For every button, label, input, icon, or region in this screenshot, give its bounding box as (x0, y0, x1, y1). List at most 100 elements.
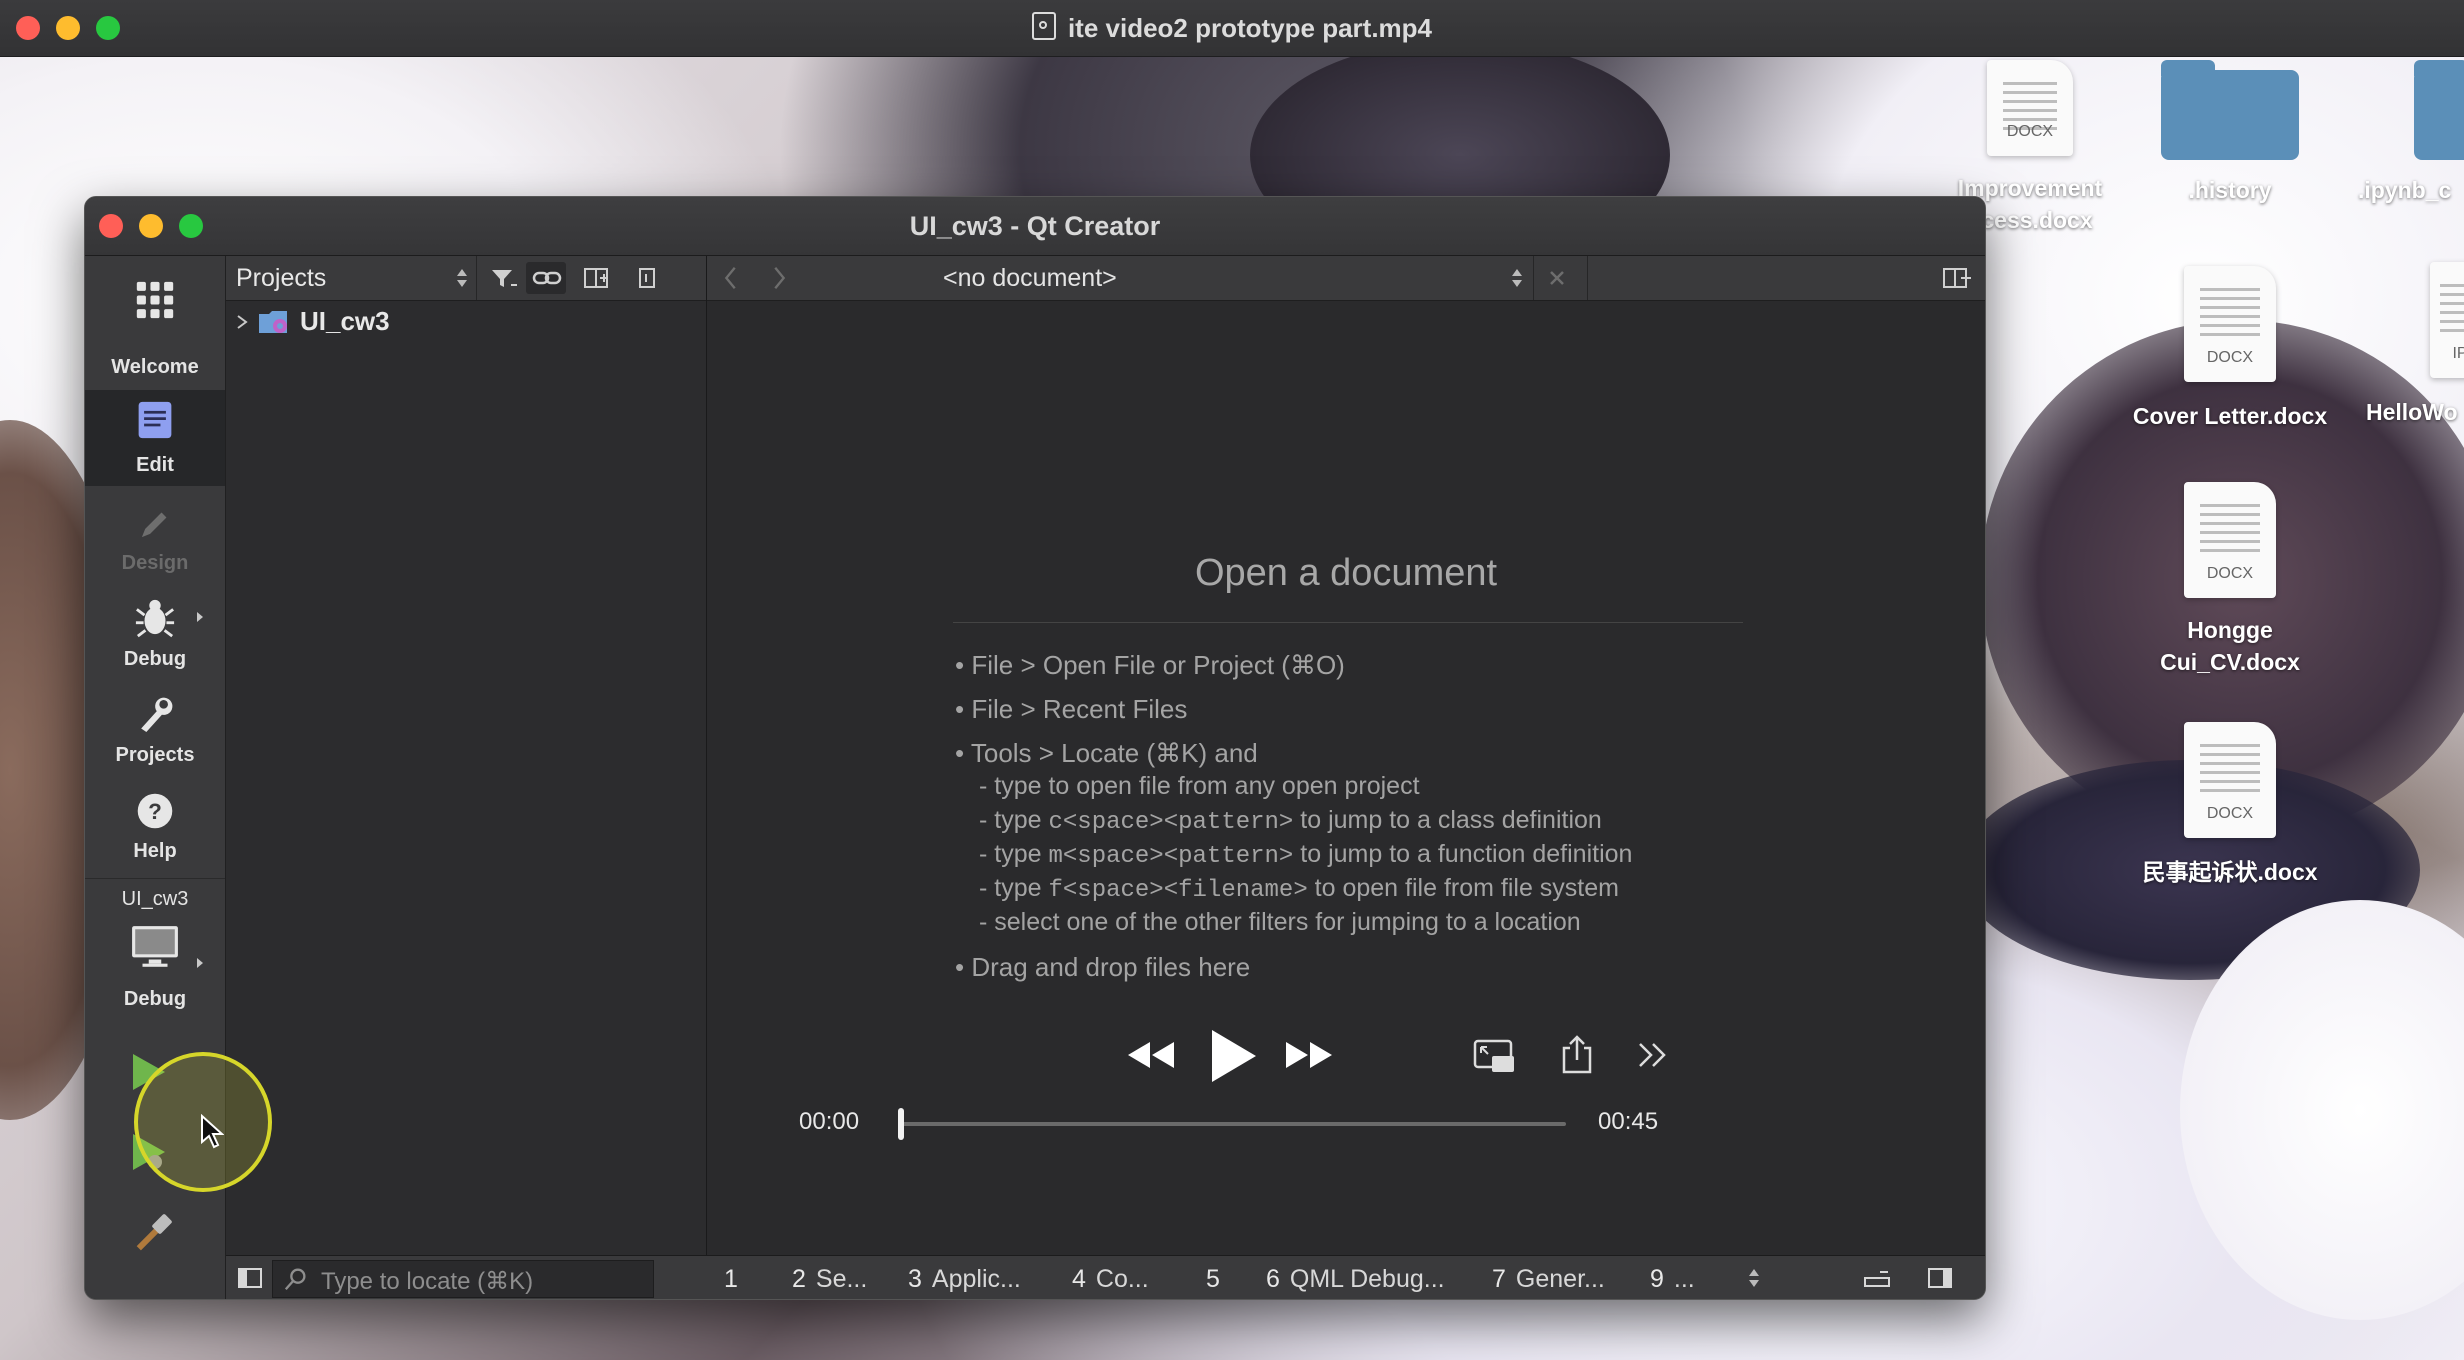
folder-icon (2414, 60, 2464, 160)
desktop-icon-hellowo[interactable]: IP HelloWo (2360, 262, 2464, 428)
duration: 00:45 (1598, 1108, 1659, 1135)
search-icon (284, 1268, 306, 1290)
hint-item: • Tools > Locate (⌘K) and (955, 738, 1258, 768)
filter-icon[interactable] (484, 262, 522, 294)
kit-selector[interactable]: UI_cw3 Debug (85, 882, 225, 1022)
divider (953, 622, 1743, 623)
play-icon[interactable] (1208, 1028, 1258, 1084)
split-pane-icon[interactable] (578, 262, 616, 294)
projects-pane-header: Projects (226, 256, 706, 301)
hint-item: • File > Recent Files (955, 694, 1188, 724)
docx-file-icon: DOCX (1987, 60, 2073, 156)
updown-chevron-icon (456, 267, 468, 289)
desktop-icon-label: .ipynb_c (2358, 177, 2452, 203)
link-with-editor-icon[interactable] (528, 262, 566, 294)
desktop-icon-hongge-cv[interactable]: DOCX Hongge Cui_CV.docx (2120, 482, 2340, 678)
fast-forward-icon[interactable] (1284, 1040, 1334, 1070)
video-controls: 00:00 00:45 (770, 1000, 1690, 1170)
grid-icon (136, 281, 174, 319)
rewind-icon[interactable] (1126, 1040, 1176, 1070)
kit-project-label: UI_cw3 (121, 888, 189, 910)
progress-details-icon[interactable] (1862, 1266, 1892, 1290)
output-pane-button-4[interactable]: 4 Co... (1072, 1265, 1149, 1294)
locator-placeholder: Type to locate (⌘K) (321, 1268, 534, 1295)
qt-titlebar: UI_cw3 - Qt Creator (85, 197, 1985, 256)
output-pane-button-3[interactable]: 3 Applic... (908, 1265, 1021, 1294)
kit-config-label: Debug (123, 988, 187, 1010)
more-chevrons-icon[interactable] (1636, 1040, 1670, 1070)
video-player-titlebar: ite video2 prototype part.mp4 (0, 0, 2464, 57)
picture-in-picture-icon[interactable] (1472, 1038, 1518, 1076)
pencil-icon (141, 512, 167, 538)
toggle-left-sidebar-icon[interactable] (236, 1266, 264, 1290)
output-pane-button-2[interactable]: 2 Se... (792, 1265, 867, 1294)
share-icon[interactable] (1560, 1034, 1594, 1076)
document-icon (138, 401, 172, 439)
hint-subitem: - select one of the other filters for ju… (979, 908, 1581, 936)
wrench-icon (141, 697, 173, 732)
hint-item: • File > Open File or Project (⌘O) (955, 650, 1345, 680)
mode-label: Design (121, 552, 189, 574)
docx-file-icon: DOCX (2184, 722, 2276, 838)
mode-debug[interactable]: Debug (85, 584, 225, 680)
output-pane-button-1[interactable]: 1 (724, 1265, 748, 1294)
forward-arrow-icon[interactable] (769, 264, 789, 292)
help-icon: ? (137, 793, 173, 829)
pdf-file-icon: IP (2430, 262, 2464, 378)
bug-icon (135, 599, 175, 638)
project-tree-item[interactable]: UI_cw3 (226, 306, 706, 342)
desktop-icon-ipynb[interactable]: .ipynb_c (2350, 60, 2464, 206)
docx-file-icon: DOCX (2184, 482, 2276, 598)
desktop-icon-label: Hongge (2187, 617, 2273, 643)
docx-file-icon: DOCX (2184, 266, 2276, 382)
mode-label: Edit (136, 454, 174, 476)
close-sidebar-icon[interactable] (628, 262, 666, 294)
mode-label: Help (133, 840, 177, 862)
desktop-icon-label: .history (2188, 177, 2272, 203)
projects-pane: Projects UI_cw3 (226, 256, 707, 1256)
window-title-text: ite video2 prototype part.mp4 (1067, 13, 1433, 43)
desktop-icon-label: HelloWo (2366, 399, 2458, 425)
more-panes-chevron-icon[interactable] (1748, 1267, 1760, 1289)
desktop-icon-label: Cui_CV.docx (2160, 649, 2300, 675)
project-folder-icon (259, 311, 287, 333)
desktop-icon-label: 民事起诉状.docx (2142, 859, 2318, 885)
svg-text:?: ? (148, 799, 162, 824)
hint-item: • Drag and drop files here (955, 952, 1251, 982)
hint-subitem: - type m<space><pattern> to jump to a fu… (979, 840, 1633, 870)
mode-welcome[interactable]: Welcome (85, 256, 225, 378)
open-document-title: Open a document (1194, 552, 1498, 594)
hint-subitem: - type to open file from any open projec… (979, 772, 1420, 800)
locator-input[interactable]: Type to locate (⌘K) (272, 1260, 654, 1298)
project-tree-label: UI_cw3 (300, 306, 390, 336)
caret-right-icon (197, 958, 203, 968)
hint-subitem: - type f<space><filename> to open file f… (979, 874, 1619, 904)
close-document-icon[interactable] (1547, 268, 1567, 288)
toggle-right-sidebar-icon[interactable] (1926, 1266, 1954, 1290)
back-arrow-icon[interactable] (721, 264, 741, 292)
mode-label: Welcome (111, 356, 199, 378)
mode-edit[interactable]: Edit (85, 390, 225, 486)
desktop-icon-lawsuit[interactable]: DOCX 民事起诉状.docx (2110, 722, 2350, 888)
build-hammer-icon[interactable] (131, 1214, 175, 1258)
seek-handle[interactable] (898, 1108, 904, 1140)
mode-projects[interactable]: Projects (85, 680, 225, 776)
document-selector[interactable]: <no document> (943, 264, 1117, 293)
output-pane-button-6[interactable]: 6 QML Debug... (1266, 1265, 1445, 1294)
split-editor-icon[interactable] (1941, 264, 1973, 292)
caret-right-icon (197, 612, 203, 622)
desktop-icon-label: Cover Letter.docx (2132, 403, 2328, 429)
mouse-pointer-icon (201, 1114, 224, 1149)
output-pane-button-7[interactable]: 7 Gener... (1492, 1265, 1605, 1294)
output-pane-button-9[interactable]: 9... (1650, 1265, 1695, 1294)
desktop-icon-history[interactable]: .history (2150, 60, 2310, 206)
projects-view-selector[interactable]: Projects (236, 264, 326, 293)
mode-design[interactable]: Design (85, 488, 225, 584)
updown-chevron-icon (1511, 267, 1523, 289)
seek-bar[interactable] (900, 1122, 1566, 1126)
expand-chevron-icon (237, 315, 248, 329)
output-pane-button-5[interactable]: 5 (1206, 1265, 1230, 1294)
mode-help[interactable]: ? Help (85, 776, 225, 872)
window-title: ite video2 prototype part.mp4 (0, 12, 2464, 44)
desktop-icon-cover-letter[interactable]: DOCX Cover Letter.docx (2110, 266, 2350, 432)
